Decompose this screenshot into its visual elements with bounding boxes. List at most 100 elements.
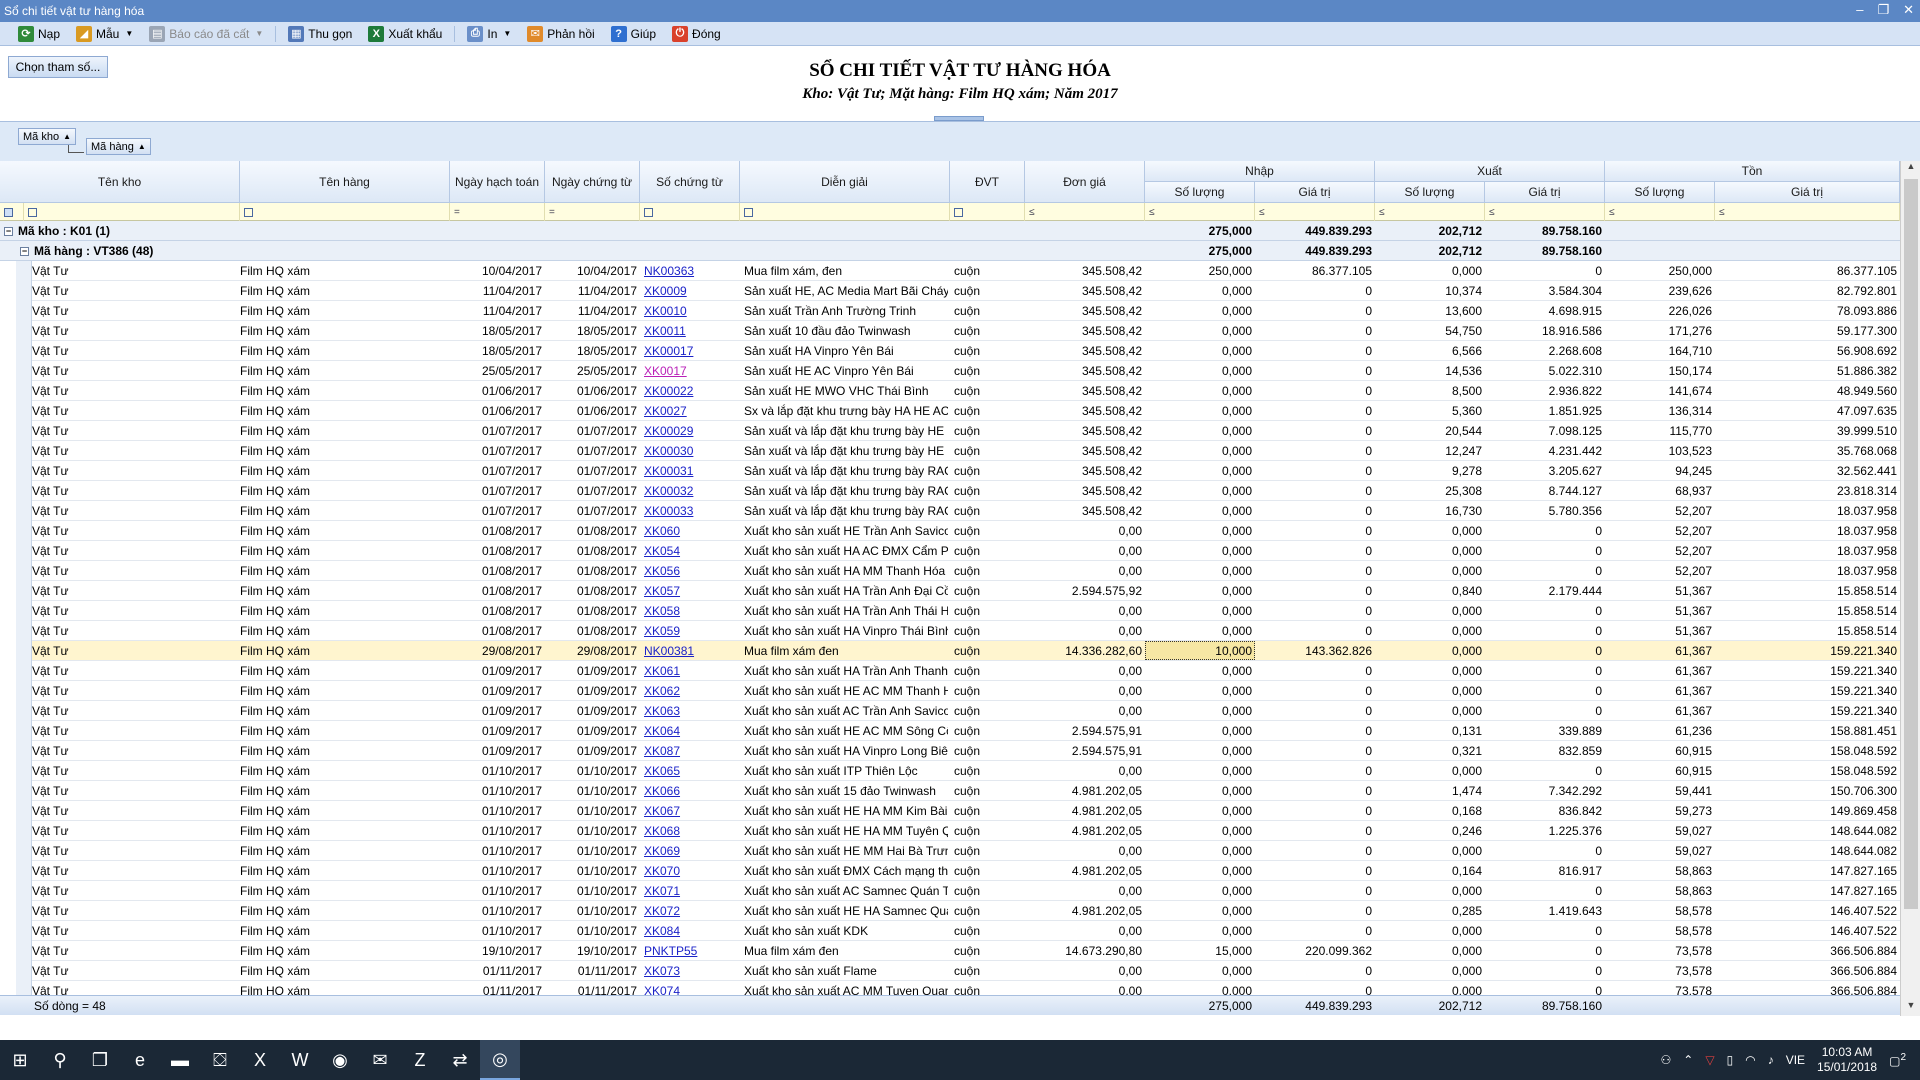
cell-so-chung-tu[interactable]: XK060 <box>644 524 738 538</box>
chrome-icon[interactable]: ◎ <box>480 1040 520 1080</box>
filter-dvt[interactable] <box>950 203 1025 221</box>
table-row[interactable]: Vật Tư Film HQ xám 01/08/2017 01/08/2017 XK0… <box>32 581 1900 601</box>
table-row[interactable]: Vật Tư Film HQ xám 01/07/2017 01/07/2017 XK0… <box>32 501 1900 521</box>
toolbar-button-4[interactable]: X Xuất khẩu <box>362 24 448 44</box>
cell-so-chung-tu[interactable]: PNKTP55 <box>644 944 738 958</box>
col-header-nhap-so-luong[interactable]: Số lượng <box>1145 182 1255 203</box>
antivirus-icon[interactable]: ▽ <box>1705 1053 1714 1067</box>
cell-so-chung-tu[interactable]: XK00033 <box>644 504 738 518</box>
filter-xuat-so-luong[interactable]: ≤ <box>1375 203 1485 221</box>
filter-don-gia[interactable]: ≤ <box>1025 203 1145 221</box>
people-icon[interactable]: ⚇ <box>1661 1053 1672 1067</box>
toolbar-button-3[interactable]: ▦ Thu gọn <box>282 24 358 44</box>
table-row[interactable]: Vật Tư Film HQ xám 01/07/2017 01/07/2017 XK0… <box>32 441 1900 461</box>
filter-so-chung-tu[interactable] <box>640 203 740 221</box>
group-row-hang[interactable]: − Mã hàng : VT386 (48) 275,000 449.839.2… <box>0 241 1900 261</box>
col-header-so-chung-tu[interactable]: Số chứng từ <box>640 161 740 203</box>
table-row[interactable]: Vật Tư Film HQ xám 01/08/2017 01/08/2017 XK0… <box>32 561 1900 581</box>
table-row[interactable]: Vật Tư Film HQ xám 29/08/2017 29/08/2017 NK0… <box>32 641 1900 661</box>
toolbar-button-7[interactable]: ? Giúp <box>605 24 662 44</box>
filter-xuat-gia-tri[interactable]: ≤ <box>1485 203 1605 221</box>
col-header-ten-hang[interactable]: Tên hàng <box>240 161 450 203</box>
table-row[interactable]: Vật Tư Film HQ xám 11/04/2017 11/04/2017 XK0… <box>32 301 1900 321</box>
col-header-ngay-chung-tu[interactable]: Ngày chứng từ <box>545 161 640 203</box>
zalo-icon[interactable]: Z <box>400 1040 440 1080</box>
cell-so-chung-tu[interactable]: XK063 <box>644 704 738 718</box>
search-icon[interactable]: ⚲ <box>40 1040 80 1080</box>
table-row[interactable]: Vật Tư Film HQ xám 01/09/2017 01/09/2017 XK0… <box>32 701 1900 721</box>
col-header-dien-giai[interactable]: Diễn giải <box>740 161 950 203</box>
task-view-icon[interactable]: ❐ <box>80 1040 120 1080</box>
cell-so-chung-tu[interactable]: XK072 <box>644 904 738 918</box>
table-row[interactable]: Vật Tư Film HQ xám 11/04/2017 11/04/2017 XK0… <box>32 281 1900 301</box>
filter-nhap-gia-tri[interactable]: ≤ <box>1255 203 1375 221</box>
cell-so-chung-tu[interactable]: XK068 <box>644 824 738 838</box>
cell-so-chung-tu[interactable]: NK00363 <box>644 264 738 278</box>
cell-so-chung-tu[interactable]: XK062 <box>644 684 738 698</box>
close-icon[interactable]: ✕ <box>1903 2 1914 18</box>
notification-icon[interactable]: ▢2 <box>1889 1052 1906 1068</box>
group-row-kho[interactable]: − Mã kho : K01 (1) 275,000 449.839.293 2… <box>0 221 1900 241</box>
filter-dien-giai[interactable] <box>740 203 950 221</box>
table-row[interactable]: Vật Tư Film HQ xám 01/09/2017 01/09/2017 XK0… <box>32 681 1900 701</box>
cell-so-chung-tu[interactable]: XK00032 <box>644 484 738 498</box>
chevron-down-icon[interactable]: ▼ <box>255 29 263 38</box>
table-row[interactable]: Vật Tư Film HQ xám 01/09/2017 01/09/2017 XK0… <box>32 721 1900 741</box>
col-header-ngay-hach-toan[interactable]: Ngày hạch toán <box>450 161 545 203</box>
table-row[interactable]: Vật Tư Film HQ xám 10/04/2017 10/04/2017 NK0… <box>32 261 1900 281</box>
table-row[interactable]: Vật Tư Film HQ xám 01/09/2017 01/09/2017 XK0… <box>32 661 1900 681</box>
cell-so-chung-tu[interactable]: XK066 <box>644 784 738 798</box>
toolbar-button-0[interactable]: ⟳ Nạp <box>12 24 66 44</box>
mail-icon[interactable]: ✉ <box>360 1040 400 1080</box>
cell-so-chung-tu[interactable]: XK064 <box>644 724 738 738</box>
toolbar-button-1[interactable]: ◢ Mẫu ▼ <box>70 24 139 44</box>
cell-so-chung-tu[interactable]: XK056 <box>644 564 738 578</box>
start-icon[interactable]: ⊞ <box>0 1040 40 1080</box>
battery-icon[interactable]: ▯ <box>1727 1053 1734 1067</box>
teamviewer-icon[interactable]: ⇄ <box>440 1040 480 1080</box>
cell-so-chung-tu[interactable]: XK074 <box>644 984 738 995</box>
col-header-dvt[interactable]: ĐVT <box>950 161 1025 203</box>
filter-ton-so-luong[interactable]: ≤ <box>1605 203 1715 221</box>
table-row[interactable]: Vật Tư Film HQ xám 01/06/2017 01/06/2017 XK0… <box>32 381 1900 401</box>
cell-so-chung-tu[interactable]: XK054 <box>644 544 738 558</box>
scroll-down-icon[interactable]: ▼ <box>1901 1000 1920 1016</box>
cell-so-chung-tu[interactable]: XK087 <box>644 744 738 758</box>
cell-so-chung-tu[interactable]: XK065 <box>644 764 738 778</box>
filter-ten-kho[interactable] <box>24 203 240 221</box>
table-row[interactable]: Vật Tư Film HQ xám 01/10/2017 01/10/2017 XK0… <box>32 841 1900 861</box>
table-row[interactable]: Vật Tư Film HQ xám 01/08/2017 01/08/2017 XK0… <box>32 601 1900 621</box>
table-row[interactable]: Vật Tư Film HQ xám 01/08/2017 01/08/2017 XK0… <box>32 541 1900 561</box>
collapse-icon[interactable]: − <box>20 246 29 256</box>
table-row[interactable]: Vật Tư Film HQ xám 01/07/2017 01/07/2017 XK0… <box>32 421 1900 441</box>
table-row[interactable]: Vật Tư Film HQ xám 01/10/2017 01/10/2017 XK0… <box>32 801 1900 821</box>
filter-ton-gia-tri[interactable]: ≤ <box>1715 203 1900 221</box>
app-green-icon[interactable]: ◉ <box>320 1040 360 1080</box>
toolbar-button-6[interactable]: ✉ Phản hồi <box>521 24 600 44</box>
filter-nhap-so-luong[interactable]: ≤ <box>1145 203 1255 221</box>
chevron-down-icon[interactable]: ▼ <box>503 29 511 38</box>
col-header-ten-kho[interactable]: Tên kho <box>0 161 240 203</box>
filter-ten-hang[interactable] <box>240 203 450 221</box>
table-row[interactable]: Vật Tư Film HQ xám 01/08/2017 01/08/2017 XK0… <box>32 521 1900 541</box>
group-chip-ma-kho[interactable]: Mã kho ▲ <box>18 128 76 145</box>
table-row[interactable]: Vật Tư Film HQ xám 01/08/2017 01/08/2017 XK0… <box>32 621 1900 641</box>
table-row[interactable]: Vật Tư Film HQ xám 19/10/2017 19/10/2017 PNK… <box>32 941 1900 961</box>
edge-icon[interactable]: e <box>120 1040 160 1080</box>
col-header-xuat-so-luong[interactable]: Số lượng <box>1375 182 1485 203</box>
cell-so-chung-tu[interactable]: XK059 <box>644 624 738 638</box>
table-row[interactable]: Vật Tư Film HQ xám 18/05/2017 18/05/2017 XK0… <box>32 321 1900 341</box>
filter-clear-icon[interactable] <box>0 203 24 221</box>
filter-ngay-hach-toan[interactable]: = <box>450 203 545 221</box>
cell-so-chung-tu[interactable]: XK0010 <box>644 304 738 318</box>
chevron-up-icon[interactable]: ⌃ <box>1683 1053 1693 1067</box>
table-row[interactable]: Vật Tư Film HQ xám 25/05/2017 25/05/2017 XK0… <box>32 361 1900 381</box>
chevron-down-icon[interactable]: ▼ <box>125 29 133 38</box>
table-row[interactable]: Vật Tư Film HQ xám 01/11/2017 01/11/2017 XK0… <box>32 961 1900 981</box>
cell-so-chung-tu[interactable]: XK0017 <box>644 364 738 378</box>
cell-so-chung-tu[interactable]: XK067 <box>644 804 738 818</box>
collapse-icon[interactable]: − <box>4 226 13 236</box>
table-row[interactable]: Vật Tư Film HQ xám 01/06/2017 01/06/2017 XK0… <box>32 401 1900 421</box>
cell-so-chung-tu[interactable]: XK073 <box>644 964 738 978</box>
cell-so-chung-tu[interactable]: XK057 <box>644 584 738 598</box>
